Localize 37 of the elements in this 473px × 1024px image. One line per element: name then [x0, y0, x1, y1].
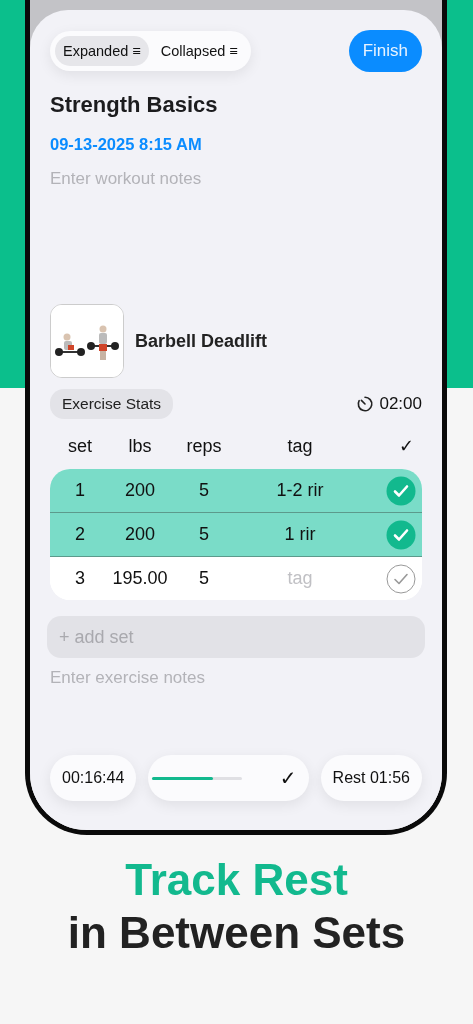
workout-title: Strength Basics — [50, 92, 219, 118]
elapsed-timer-button[interactable]: 00:16:44 — [50, 755, 137, 801]
column-header: ✓ — [398, 435, 415, 457]
set-number: 1 — [74, 480, 86, 501]
tag-field[interactable]: tag — [232, 568, 368, 589]
timer-icon[interactable] — [356, 395, 375, 413]
column-header: set — [67, 435, 93, 457]
reps-value[interactable]: 5 — [176, 524, 232, 545]
set-number: 3 — [74, 568, 86, 589]
column-header: tag — [286, 435, 314, 457]
checkmark-circle-icon[interactable] — [386, 519, 416, 550]
column-header: reps — [185, 435, 223, 457]
view-mode-tab[interactable]: Collapsed ≡ — [152, 36, 246, 66]
rest-timer[interactable]: 02:00 — [379, 394, 422, 414]
reps-value[interactable]: 5 — [176, 480, 232, 501]
exercise-name[interactable]: Barbell Deadlift — [135, 330, 268, 352]
notes-field[interactable]: Enter workout notes — [50, 169, 350, 189]
headline-text: Track Rest — [124, 854, 349, 906]
check-button[interactable]: ✓ — [279, 766, 297, 790]
weight-value[interactable]: 200 — [104, 524, 176, 545]
tag-value[interactable]: 1-2 rir — [232, 480, 368, 501]
rest-timer-button[interactable]: Rest 01:56 — [320, 755, 422, 801]
exercise-stats-button[interactable]: Exercise Stats — [50, 389, 174, 419]
weight-value[interactable]: 200 — [104, 480, 176, 501]
notes-field[interactable]: Enter exercise notes — [50, 668, 350, 688]
checkmark-circle-icon[interactable] — [386, 563, 416, 594]
column-header: lbs — [127, 435, 153, 457]
reps-value[interactable]: 5 — [176, 568, 232, 589]
rest-progress-pill[interactable]: ✓ — [148, 755, 309, 801]
tag-value[interactable]: 1 rir — [232, 524, 368, 545]
headline-text: in Between Sets — [66, 907, 407, 959]
set-number: 2 — [74, 524, 86, 545]
view-mode-tab[interactable]: Expanded ≡ — [55, 36, 149, 66]
add-set-field[interactable]: + add set — [47, 616, 425, 658]
weight-value[interactable]: 195.00 — [104, 568, 176, 589]
checkmark-circle-icon[interactable] — [386, 475, 416, 506]
thumbnail-frame[interactable] — [50, 304, 124, 378]
